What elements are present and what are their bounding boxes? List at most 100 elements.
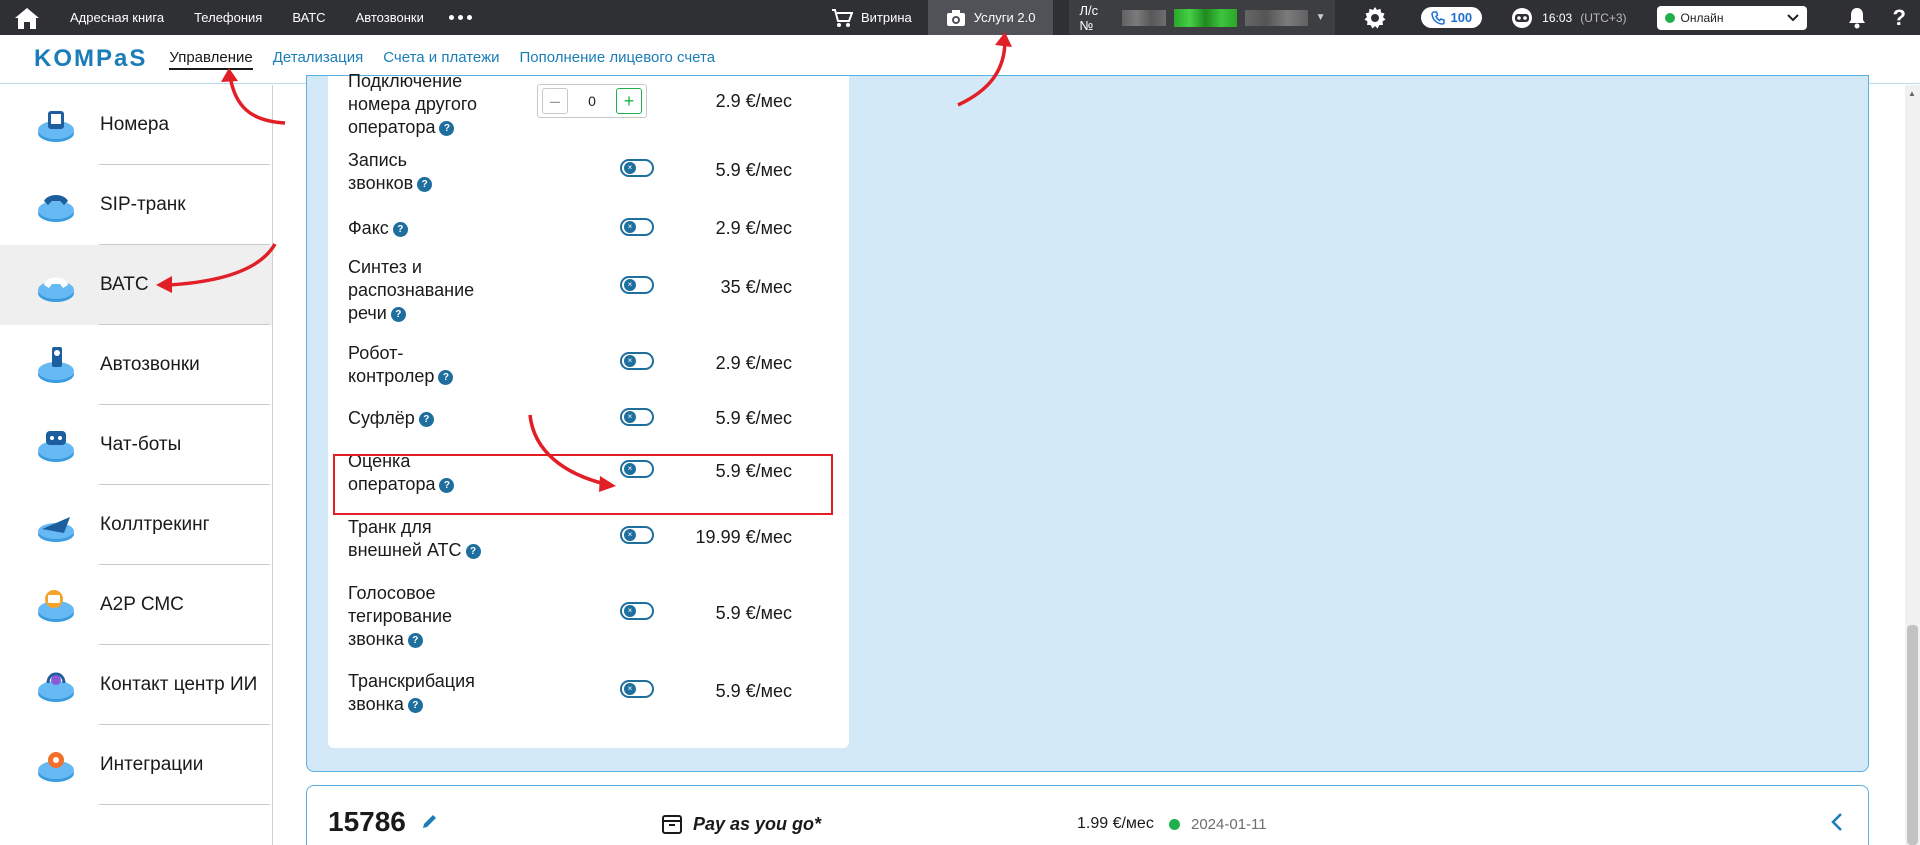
scroll-up-icon[interactable]: ▲ xyxy=(1908,89,1916,98)
help-icon[interactable]: ? xyxy=(407,633,423,648)
status-select[interactable]: Онлайн xyxy=(1656,5,1807,30)
option-toggle[interactable]: × xyxy=(620,602,654,620)
shop-button[interactable]: Витрина xyxy=(815,0,928,35)
option-toggle[interactable]: × xyxy=(620,276,654,294)
timezone: (UTC+3) xyxy=(1580,10,1627,25)
increment-button[interactable]: + xyxy=(615,88,642,114)
nav-address-book[interactable]: Адресная книга xyxy=(70,10,164,25)
nav-autocalls[interactable]: Автозвонки xyxy=(356,10,424,25)
decrement-button[interactable]: – xyxy=(542,88,568,114)
sidebar-item-calltracking[interactable]: Коллтрекинг xyxy=(0,485,272,565)
top-navigation-bar: Адресная книга Телефония ВАТС Автозвонки… xyxy=(0,0,1920,35)
option-toggle[interactable]: × xyxy=(620,218,654,236)
tab-invoices[interactable]: Счета и платежи xyxy=(383,49,499,70)
sidebar-item-integrations[interactable]: Интеграции xyxy=(0,725,272,805)
online-status-dot xyxy=(1664,12,1675,23)
option-row-other-operator-number: Подключение номера другого оператора? – … xyxy=(328,71,849,137)
sidebar-item-label: A2P СМС xyxy=(100,594,184,615)
chevron-left-icon[interactable] xyxy=(1830,811,1844,833)
bell-icon xyxy=(1848,7,1865,28)
help-icon[interactable]: ? xyxy=(390,307,406,322)
toggle-off-icon: × xyxy=(624,162,636,174)
sidebar-item-numbers[interactable]: Номера xyxy=(0,85,272,165)
settings-button[interactable] xyxy=(1363,6,1387,30)
option-name: Запись звонков? xyxy=(348,149,433,195)
account-name-redacted xyxy=(1244,9,1308,26)
home-button[interactable] xyxy=(0,0,54,35)
chatbots-icon xyxy=(38,431,74,462)
option-toggle[interactable]: × xyxy=(620,408,654,426)
cart-icon xyxy=(832,8,853,27)
option-price: 5.9 €/мес xyxy=(715,681,792,701)
scrollbar-thumb[interactable] xyxy=(1907,625,1918,845)
services-label: Услуги 2.0 xyxy=(973,10,1036,25)
tariff-name: Pay as you go* xyxy=(693,813,822,834)
status-label: Онлайн xyxy=(1680,10,1724,25)
option-name: Транскрибация звонка? xyxy=(348,671,475,714)
sidebar-item-autocalls[interactable]: Автозвонки xyxy=(0,325,272,405)
tariff-plan: Pay as you go* xyxy=(661,813,821,835)
sidebar: Номера SIP-транк ВАТС Автозвонки Чат-бот… xyxy=(0,85,273,845)
tab-details[interactable]: Детализация xyxy=(273,49,364,70)
sidebar-item-label: Интеграции xyxy=(100,754,204,775)
help-icon[interactable]: ? xyxy=(438,370,454,385)
sidebar-item-label: Коллтрекинг xyxy=(100,514,210,535)
divider xyxy=(99,804,270,805)
nav-telephony[interactable]: Телефония xyxy=(194,10,262,25)
vats-options-panel: Подключение номера другого оператора? – … xyxy=(306,71,1869,772)
notifications-button[interactable] xyxy=(1847,7,1867,29)
current-time: 16:03 xyxy=(1542,10,1573,25)
kompas-logo[interactable]: KOMPaS xyxy=(34,45,147,73)
help-icon[interactable]: ? xyxy=(465,544,481,559)
services-icon xyxy=(946,9,965,26)
sidebar-item-label: SIP-транк xyxy=(100,194,186,215)
option-row-robot-controller: Робот- контролер? × 2.9 €/мес xyxy=(328,342,849,390)
help-icon[interactable]: ? xyxy=(407,698,423,713)
option-name: Подключение номера другого оператора? xyxy=(348,71,478,137)
option-name: Робот- контролер? xyxy=(348,342,454,388)
option-toggle[interactable]: × xyxy=(620,159,654,177)
tab-management[interactable]: Управление xyxy=(169,49,253,70)
services-button[interactable]: Услуги 2.0 xyxy=(927,0,1054,35)
quantity-value[interactable]: 0 xyxy=(588,93,596,109)
operator-rating-highlight xyxy=(333,454,833,515)
nav-vats[interactable]: ВАТС xyxy=(292,10,325,25)
sidebar-item-sip-trunk[interactable]: SIP-транк xyxy=(0,165,272,245)
chevron-down-icon: ▼ xyxy=(1315,12,1326,23)
sidebar-item-a2p-sms[interactable]: A2P СМС xyxy=(0,565,272,645)
option-row-transcription: Транскрибация звонка? × 5.9 €/мес xyxy=(328,670,849,718)
calls-counter-badge[interactable]: 100 xyxy=(1421,7,1483,28)
toggle-off-icon: × xyxy=(624,411,636,423)
help-icon[interactable]: ? xyxy=(439,121,455,136)
option-row-speech-synthesis: Синтез и распознавание речи? × 35 €/мес xyxy=(328,256,849,326)
page-scrollbar[interactable]: ▲ xyxy=(1905,85,1920,845)
help-icon[interactable]: ? xyxy=(417,177,433,192)
help-icon[interactable]: ? xyxy=(418,412,434,427)
sidebar-item-ai-contact-center[interactable]: Контакт центр ИИ xyxy=(0,645,272,725)
integrations-icon xyxy=(38,752,74,782)
option-row-call-recording: Запись звонков? × 5.9 €/мес xyxy=(328,149,849,197)
a2p-sms-icon xyxy=(38,590,74,622)
help-icon[interactable]: ? xyxy=(392,222,408,237)
sidebar-item-label: Автозвонки xyxy=(100,354,200,375)
vats-number-panel: 15786 Pay as you go* 1.99 €/мес 2024-01-… xyxy=(306,785,1869,845)
toggle-off-icon: × xyxy=(624,355,636,367)
help-button[interactable]: ? xyxy=(1893,5,1906,31)
sidebar-item-chatbots[interactable]: Чат-боты xyxy=(0,405,272,485)
option-name: Транк для внешней АТС? xyxy=(348,516,481,562)
option-price: 2.9 €/мес xyxy=(715,353,792,373)
account-selector[interactable]: Л/с № ▼ xyxy=(1069,0,1336,35)
option-toggle[interactable]: × xyxy=(620,526,654,544)
gear-icon xyxy=(1364,6,1386,28)
option-price: 5.9 €/мес xyxy=(715,603,792,623)
sidebar-item-vats[interactable]: ВАТС xyxy=(0,245,272,325)
toggle-off-icon: × xyxy=(624,221,636,233)
pencil-icon[interactable] xyxy=(421,812,439,830)
tab-top-up[interactable]: Пополнение лицевого счета xyxy=(520,49,716,70)
account-number-redacted xyxy=(1121,9,1166,26)
more-menu-icon[interactable] xyxy=(448,15,472,20)
quantity-stepper: – 0 + xyxy=(537,84,647,118)
option-toggle[interactable]: × xyxy=(620,680,654,698)
option-toggle[interactable]: × xyxy=(620,352,654,370)
box-icon xyxy=(662,815,682,834)
